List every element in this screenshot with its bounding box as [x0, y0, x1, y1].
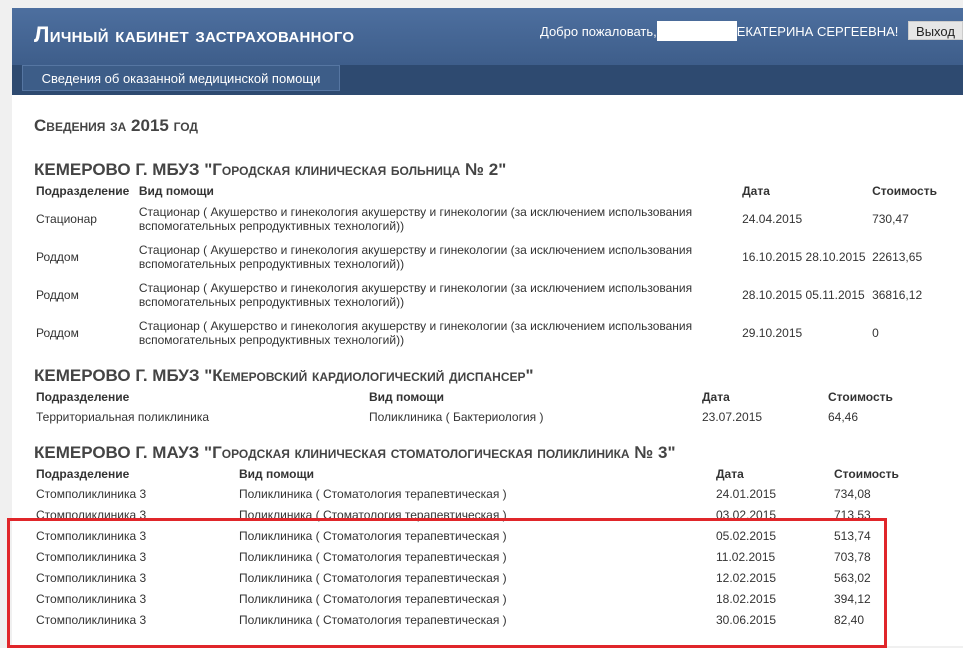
cell-service: Поликлиника ( Стоматология терапевтическ…	[239, 549, 507, 564]
cell-department: Стомполиклиника 3	[36, 570, 147, 585]
cell-service: Стационар ( Акушерство и гинекология аку…	[138, 205, 693, 233]
logout-button[interactable]: Выход	[908, 21, 963, 40]
cell-service: Поликлиника ( Стоматология терапевтическ…	[239, 612, 507, 627]
cell-department: Территориальная поликлиника	[36, 409, 210, 424]
cell-service: Поликлиника ( Стоматология терапевтическ…	[239, 486, 507, 501]
page-title: Личный кабинет застрахованного	[34, 22, 355, 47]
cell-date: 30.06.2015	[716, 612, 777, 627]
table-row: Стомполиклиника 3 Поликлиника ( Стоматол…	[34, 588, 939, 609]
col-header-department: Подразделение	[36, 467, 130, 481]
org-title: КЕМЕРОВО Г. МБУЗ "Городская клиническая …	[34, 160, 507, 179]
table-header-row: Подразделение Вид помощи Дата Стоимость	[34, 465, 939, 483]
navbar: Сведения об оказанной медицинской помощи	[12, 65, 963, 95]
cell-service: Поликлиника ( Стоматология терапевтическ…	[239, 507, 507, 522]
cell-date: 03.02.2015	[716, 507, 777, 522]
header: Личный кабинет застрахованного Добро пож…	[12, 8, 963, 95]
cell-cost: 82,40	[834, 612, 865, 627]
cell-date: 05.02.2015	[716, 528, 777, 543]
cell-service: Поликлиника ( Бактериология )	[369, 409, 544, 424]
year-title: Сведения за 2015 год	[34, 116, 198, 135]
cell-service: Поликлиника ( Стоматология терапевтическ…	[239, 591, 507, 606]
services-table: Подразделение Вид помощи Дата Стоимость …	[34, 388, 939, 427]
col-header-date: Дата	[742, 184, 770, 198]
cell-department: Роддом	[36, 288, 79, 302]
welcome-text: Добро пожаловать, ЕКАТЕРИНА СЕРГЕЕВНА!	[540, 21, 898, 41]
cell-date: 11.02.2015	[716, 549, 776, 564]
cell-cost: 64,46	[828, 409, 859, 424]
cell-date: 28.10.2015 05.11.2015	[742, 288, 865, 302]
redacted-name-block	[656, 21, 737, 41]
welcome-user-name: ЕКАТЕРИНА СЕРГЕЕВНА!	[736, 24, 899, 39]
org-title: КЕМЕРОВО Г. МБУЗ "Кемеровский кардиологи…	[34, 366, 534, 385]
main-content: Сведения за 2015 год КЕМЕРОВО Г. МБУЗ "Г…	[34, 116, 954, 630]
page-frame: Личный кабинет застрахованного Добро пож…	[12, 8, 963, 646]
services-table: Подразделение Вид помощи Дата Стоимость …	[34, 182, 939, 352]
cell-department: Стомполиклиника 3	[36, 612, 147, 627]
cell-cost: 713,53	[834, 507, 871, 522]
cell-date: 24.04.2015	[742, 212, 803, 226]
cell-cost: 563,02	[834, 570, 871, 585]
col-header-department: Подразделение	[36, 390, 130, 404]
cell-cost: 703,78	[834, 549, 871, 564]
cell-department: Стомполиклиника 3	[36, 486, 147, 501]
cell-department: Стомполиклиника 3	[36, 591, 147, 606]
table-row: Стомполиклиника 3 Поликлиника ( Стоматол…	[34, 609, 939, 630]
col-header-cost: Стоимость	[834, 467, 899, 481]
cell-date: 23.07.2015	[702, 409, 763, 424]
cell-service: Стационар ( Акушерство и гинекология аку…	[138, 319, 693, 347]
table-row: Стомполиклиника 3 Поликлиника ( Стоматол…	[34, 504, 939, 525]
table-row: Стомполиклиника 3 Поликлиника ( Стоматол…	[34, 525, 939, 546]
tab-medical-services[interactable]: Сведения об оказанной медицинской помощи	[22, 65, 340, 91]
cell-cost: 513,74	[834, 528, 871, 543]
welcome-prefix: Добро пожаловать,	[540, 24, 657, 39]
org-title: КЕМЕРОВО Г. МАУЗ "Городская клиническая …	[34, 443, 676, 462]
cell-cost: 36816,12	[872, 288, 923, 302]
cell-service: Поликлиника ( Стоматология терапевтическ…	[239, 570, 507, 585]
table-header-row: Подразделение Вид помощи Дата Стоимость	[34, 388, 939, 406]
table-row: Роддом Стационар ( Акушерство и гинеколо…	[34, 314, 939, 352]
cell-department: Стационар	[36, 212, 97, 226]
cell-date: 16.10.2015 28.10.2015	[742, 250, 866, 264]
col-header-date: Дата	[716, 467, 744, 481]
col-header-date: Дата	[702, 390, 730, 404]
cell-date: 12.02.2015	[716, 570, 777, 585]
cell-service: Поликлиника ( Стоматология терапевтическ…	[239, 528, 507, 543]
table-row: Роддом Стационар ( Акушерство и гинеколо…	[34, 276, 939, 314]
cell-cost: 22613,65	[872, 250, 923, 264]
table-row: Территориальная поликлиника Поликлиника …	[34, 406, 939, 427]
cell-service: Стационар ( Акушерство и гинекология аку…	[138, 281, 693, 309]
org-section: КЕМЕРОВО Г. МАУЗ "Городская клиническая …	[34, 441, 954, 630]
cell-cost: 730,47	[872, 212, 909, 226]
col-header-cost: Стоимость	[872, 184, 937, 198]
table-row: Стационар Стационар ( Акушерство и гинек…	[34, 200, 939, 238]
table-row: Роддом Стационар ( Акушерство и гинеколо…	[34, 238, 939, 276]
cell-date: 18.02.2015	[716, 591, 777, 606]
table-row: Стомполиклиника 3 Поликлиника ( Стоматол…	[34, 567, 939, 588]
table-row: Стомполиклиника 3 Поликлиника ( Стоматол…	[34, 546, 939, 567]
cell-department: Стомполиклиника 3	[36, 507, 147, 522]
cell-date: 24.01.2015	[716, 486, 777, 501]
col-header-cost: Стоимость	[828, 390, 893, 404]
cell-date: 29.10.2015	[742, 326, 803, 340]
cell-cost: 0	[872, 326, 879, 340]
cell-department: Роддом	[36, 326, 79, 340]
cell-cost: 394,12	[834, 591, 871, 606]
cell-department: Стомполиклиника 3	[36, 528, 147, 543]
cell-department: Стомполиклиника 3	[36, 549, 147, 564]
table-header-row: Подразделение Вид помощи Дата Стоимость	[34, 182, 939, 200]
col-header-service: Вид помощи	[138, 184, 214, 198]
services-table: Подразделение Вид помощи Дата Стоимость …	[34, 465, 939, 630]
org-section: КЕМЕРОВО Г. МБУЗ "Кемеровский кардиологи…	[34, 364, 954, 427]
cell-service: Стационар ( Акушерство и гинекология аку…	[138, 243, 693, 271]
col-header-department: Подразделение	[36, 184, 130, 198]
col-header-service: Вид помощи	[369, 390, 444, 404]
col-header-service: Вид помощи	[239, 467, 314, 481]
table-row: Стомполиклиника 3 Поликлиника ( Стоматол…	[34, 483, 939, 504]
cell-cost: 734,08	[834, 486, 871, 501]
cell-department: Роддом	[36, 250, 79, 264]
org-section: КЕМЕРОВО Г. МБУЗ "Городская клиническая …	[34, 158, 954, 352]
